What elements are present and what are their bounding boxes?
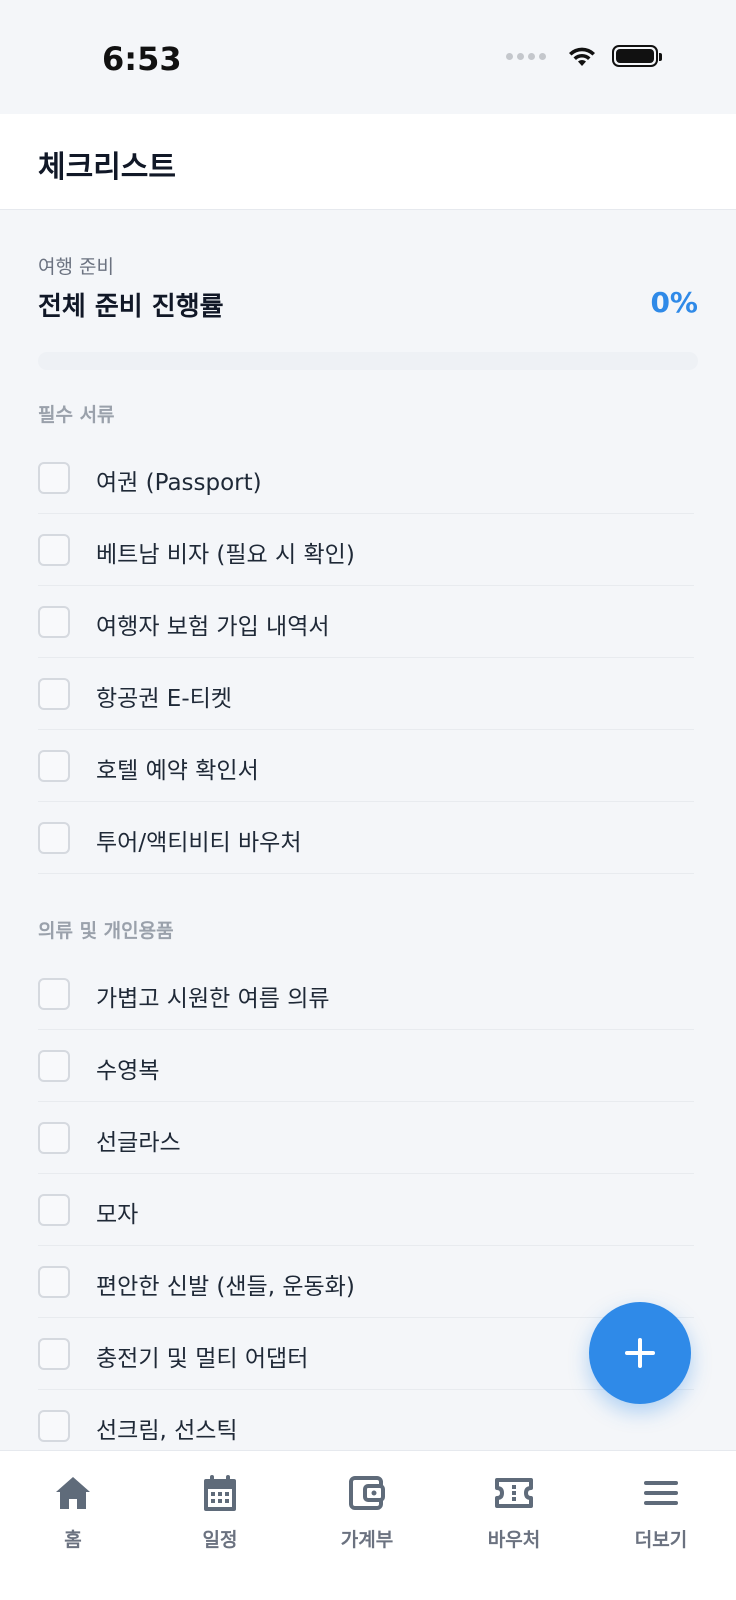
checklist-item[interactable]: 호텔 예약 확인서 [38, 730, 694, 802]
checklist-item-label: 편안한 신발 (샌들, 운동화) [96, 1274, 355, 1300]
battery-icon [612, 45, 662, 67]
nav-item-schedule[interactable]: 일정 [165, 1471, 275, 1552]
checkbox[interactable] [38, 822, 70, 854]
checklist-item-label: 여권 (Passport) [96, 470, 262, 496]
checklist-item[interactable]: 선글라스 [38, 1102, 694, 1174]
checklist-item-label: 선글라스 [96, 1130, 181, 1156]
nav-label: 일정 [202, 1529, 238, 1551]
status-icons [506, 44, 662, 68]
checklist-item[interactable]: 수영복 [38, 1030, 694, 1102]
progress-caption: 여행 준비 [38, 256, 114, 278]
checklist-item[interactable]: 선크림, 선스틱 [38, 1390, 694, 1450]
checkbox[interactable] [38, 1410, 70, 1442]
section-title-clothing: 의류 및 개인용품 [38, 920, 174, 942]
wifi-icon [569, 47, 595, 66]
checklist-item[interactable]: 항공권 E-티켓 [38, 658, 694, 730]
status-bar: 6:53 [0, 0, 736, 114]
bottom-nav: 홈 일정 가계부 바우처 더보기 [0, 1450, 736, 1600]
checkbox[interactable] [38, 534, 70, 566]
progress-percent: 0% [650, 286, 698, 319]
nav-item-budget[interactable]: 가계부 [312, 1471, 422, 1552]
nav-item-home[interactable]: 홈 [18, 1471, 128, 1552]
checklist-item[interactable]: 가볍고 시원한 여름 의류 [38, 958, 694, 1030]
checklist-item[interactable]: 모자 [38, 1174, 694, 1246]
progress-title: 전체 준비 진행률 [38, 292, 224, 322]
checkbox[interactable] [38, 1050, 70, 1082]
wallet-icon [349, 1476, 385, 1510]
checklist-item-label: 여행자 보험 가입 내역서 [96, 614, 330, 640]
checklist-item[interactable]: 베트남 비자 (필요 시 확인) [38, 514, 694, 586]
checklist-item-label: 수영복 [96, 1058, 160, 1084]
checklist-item-label: 항공권 E-티켓 [96, 686, 232, 712]
home-icon [56, 1477, 90, 1509]
checklist-item-label: 모자 [96, 1202, 139, 1228]
checkbox[interactable] [38, 1122, 70, 1154]
menu-icon [644, 1481, 678, 1505]
calendar-icon [204, 1475, 236, 1511]
add-item-button[interactable] [589, 1302, 691, 1404]
progress-bar [38, 352, 698, 370]
app-header: 체크리스트 [0, 114, 736, 210]
checklist-item[interactable]: 여권 (Passport) [38, 442, 694, 514]
nav-label: 더보기 [634, 1529, 688, 1551]
progress-card: 여행 준비 전체 준비 진행률 0% [38, 252, 698, 370]
signal-icon [506, 52, 546, 60]
checkbox[interactable] [38, 678, 70, 710]
checklist-item-label: 가볍고 시원한 여름 의류 [96, 986, 330, 1012]
nav-item-more[interactable]: 더보기 [606, 1471, 716, 1552]
checklist-item[interactable]: 투어/액티비티 바우처 [38, 802, 694, 874]
checkbox[interactable] [38, 1266, 70, 1298]
checkbox[interactable] [38, 462, 70, 494]
checklist-item[interactable]: 편안한 신발 (샌들, 운동화) [38, 1246, 694, 1318]
nav-label: 가계부 [340, 1529, 394, 1551]
checklist-item-label: 충전기 및 멀티 어댑터 [96, 1346, 309, 1372]
checklist-item-label: 선크림, 선스틱 [96, 1418, 238, 1444]
status-time: 6:53 [102, 40, 182, 78]
nav-label: 바우처 [487, 1529, 541, 1551]
checklist-item-label: 베트남 비자 (필요 시 확인) [96, 542, 355, 568]
plus-icon [625, 1338, 655, 1368]
nav-item-voucher[interactable]: 바우처 [459, 1471, 569, 1552]
checkbox[interactable] [38, 978, 70, 1010]
nav-label: 홈 [64, 1529, 82, 1551]
ticket-icon [495, 1478, 533, 1508]
checklist-item-label: 투어/액티비티 바우처 [96, 830, 302, 856]
checkbox[interactable] [38, 606, 70, 638]
checklist-item-label: 호텔 예약 확인서 [96, 758, 259, 784]
checkbox[interactable] [38, 750, 70, 782]
page-title: 체크리스트 [38, 150, 176, 185]
checkbox[interactable] [38, 1194, 70, 1226]
checklist-content[interactable]: 여행 준비 전체 준비 진행률 0% 필수 서류 여권 (Passport) 베… [0, 210, 736, 1450]
section-title-documents: 필수 서류 [38, 404, 115, 426]
checkbox[interactable] [38, 1338, 70, 1370]
checklist-item[interactable]: 여행자 보험 가입 내역서 [38, 586, 694, 658]
